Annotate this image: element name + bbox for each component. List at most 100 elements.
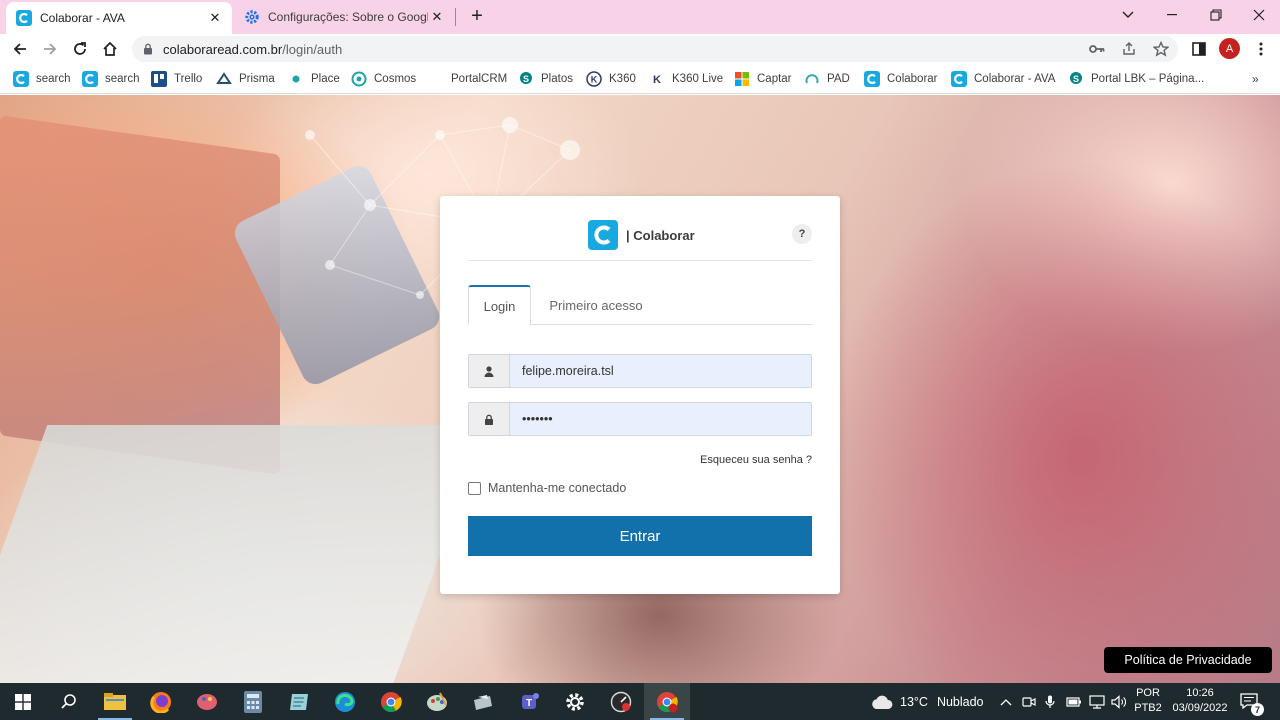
- bookmark-portalcrm[interactable]: PortalCRM: [428, 70, 507, 88]
- home-icon[interactable]: [98, 37, 122, 61]
- calculator-icon[interactable]: [230, 683, 276, 720]
- firefox-icon[interactable]: [138, 683, 184, 720]
- settings-gear-icon[interactable]: [552, 683, 598, 720]
- address-bar[interactable]: colaboraread.com.br/login/auth: [132, 36, 1178, 62]
- bookmark-prisma[interactable]: Prisma: [216, 70, 275, 88]
- tray-overflow-chevron-icon[interactable]: [1000, 683, 1012, 720]
- tab-colaborar-ava[interactable]: Colaborar - AVA ✕: [6, 2, 232, 34]
- reload-icon[interactable]: [68, 37, 92, 61]
- paint-app-icon[interactable]: [184, 683, 230, 720]
- remember-me-checkbox[interactable]: [468, 481, 481, 495]
- username-input[interactable]: [510, 355, 811, 387]
- sharepoint-icon: S: [520, 72, 532, 84]
- bookmark-label: Portal LBK – Página...: [1091, 73, 1205, 85]
- share-icon[interactable]: [1120, 40, 1138, 58]
- help-button[interactable]: ?: [792, 224, 812, 244]
- side-panel-icon[interactable]: [1190, 40, 1208, 58]
- profile-avatar[interactable]: A: [1219, 38, 1240, 59]
- bookmark-colaborar-ava[interactable]: Colaborar - AVA: [951, 70, 1055, 88]
- notes-app-icon[interactable]: [276, 683, 322, 720]
- bookmark-label: search: [36, 73, 71, 85]
- close-window-icon[interactable]: [1237, 0, 1280, 30]
- bookmark-captar[interactable]: Captar: [734, 70, 792, 88]
- place-icon: [292, 75, 300, 83]
- bookmark-label: Captar: [757, 73, 792, 85]
- weather-desc: Nublado: [936, 694, 984, 709]
- k360-icon: K: [586, 71, 602, 87]
- bookmark-search-2[interactable]: search: [82, 70, 140, 88]
- network-icon[interactable]: [1089, 683, 1105, 720]
- input-language[interactable]: POR PTB2: [1134, 686, 1162, 716]
- file-explorer-icon[interactable]: [92, 683, 138, 720]
- bookmark-place[interactable]: Place: [288, 70, 340, 88]
- notification-center-icon[interactable]: 7: [1240, 683, 1264, 720]
- chrome-profile-icon[interactable]: [644, 683, 690, 720]
- sharepoint-icon: S: [1070, 72, 1082, 84]
- volume-icon[interactable]: [1111, 683, 1127, 720]
- bookmark-star-icon[interactable]: [1152, 40, 1170, 58]
- bookmark-cosmos[interactable]: Cosmos: [351, 70, 416, 88]
- brand-header: | Colaborar: [588, 220, 695, 250]
- tab-title: Configurações: Sobre o Google C: [268, 10, 428, 24]
- chrome-icon[interactable]: [368, 683, 414, 720]
- remember-me[interactable]: Mantenha-me conectado: [468, 481, 626, 495]
- new-tab-button[interactable]: +: [466, 5, 488, 27]
- browser-toolbar: colaboraread.com.br/login/auth A: [0, 34, 1280, 64]
- meet-now-icon[interactable]: [1022, 683, 1036, 720]
- bookmark-label: Cosmos: [374, 73, 417, 85]
- bookmark-portal-lbk[interactable]: S Portal LBK – Página...: [1068, 70, 1204, 88]
- tab-search-icon[interactable]: [1106, 0, 1150, 30]
- password-input[interactable]: [510, 403, 811, 435]
- forgot-password-link[interactable]: Esqueceu sua senha ?: [700, 454, 812, 466]
- bookmark-colaborar[interactable]: Colaborar: [864, 70, 938, 88]
- forward-arrow-icon[interactable]: [38, 37, 62, 61]
- restore-icon[interactable]: [1194, 0, 1238, 30]
- bookmark-platos[interactable]: S Platos: [518, 70, 573, 88]
- bookmark-label: PAD: [827, 73, 850, 85]
- palette-app-icon[interactable]: [414, 683, 460, 720]
- bookmark-k360-live[interactable]: K K360 Live: [649, 70, 723, 88]
- search-icon[interactable]: [46, 683, 92, 720]
- back-arrow-icon[interactable]: [8, 37, 32, 61]
- cosmos-icon: [351, 71, 367, 87]
- bookmarks-overflow-icon[interactable]: »: [1252, 72, 1259, 86]
- menu-kebab-icon[interactable]: [1252, 40, 1270, 58]
- bookmark-pad[interactable]: PAD: [804, 70, 850, 88]
- password-field: [468, 402, 812, 436]
- windows-start-icon[interactable]: [0, 683, 46, 720]
- bookmark-search-1[interactable]: search: [13, 70, 71, 88]
- tab-google-settings[interactable]: Configurações: Sobre o Google C ✕: [234, 2, 454, 32]
- clock[interactable]: 10:26 03/09/2022: [1168, 686, 1232, 716]
- bookmark-label: Prisma: [239, 73, 275, 85]
- colaborar-favicon-icon: [16, 10, 32, 26]
- tab-first-access[interactable]: Primeiro acesso: [536, 285, 656, 325]
- bookmark-label: Trello: [174, 73, 203, 85]
- bookmark-label: Place: [311, 73, 340, 85]
- tab-login[interactable]: Login: [468, 285, 531, 326]
- bookmark-label: search: [105, 73, 140, 85]
- bookmark-trello[interactable]: Trello: [151, 70, 202, 88]
- microphone-icon[interactable]: [1045, 683, 1055, 720]
- tab-close-icon[interactable]: ✕: [206, 9, 224, 27]
- bookmark-label: Colaborar - AVA: [974, 73, 1056, 85]
- bookmark-k360[interactable]: K K360: [586, 70, 636, 88]
- bookmark-label: PortalCRM: [451, 73, 508, 85]
- login-submit-button[interactable]: Entrar: [468, 516, 812, 556]
- teams-icon[interactable]: T: [506, 683, 552, 720]
- colaborar-icon: [82, 71, 98, 87]
- tab-close-icon[interactable]: ✕: [428, 8, 446, 26]
- key-icon[interactable]: [1088, 40, 1106, 58]
- edge-icon[interactable]: [322, 683, 368, 720]
- privacy-policy-button[interactable]: Política de Privacidade: [1104, 647, 1272, 673]
- lock-icon: [144, 43, 152, 55]
- bookmark-label: Colaborar: [887, 73, 938, 85]
- clock-time: 10:26: [1186, 687, 1214, 699]
- battery-icon[interactable]: [1066, 683, 1082, 720]
- speedometer-app-icon[interactable]: [598, 683, 644, 720]
- weather-widget[interactable]: 13°C Nublado: [870, 683, 984, 720]
- weather-temp: 13°C: [900, 694, 928, 709]
- login-tabs: Login Primeiro acesso: [468, 285, 812, 326]
- minimize-icon[interactable]: [1150, 0, 1194, 30]
- printer-app-icon[interactable]: [460, 683, 506, 720]
- gear-icon: [245, 10, 259, 24]
